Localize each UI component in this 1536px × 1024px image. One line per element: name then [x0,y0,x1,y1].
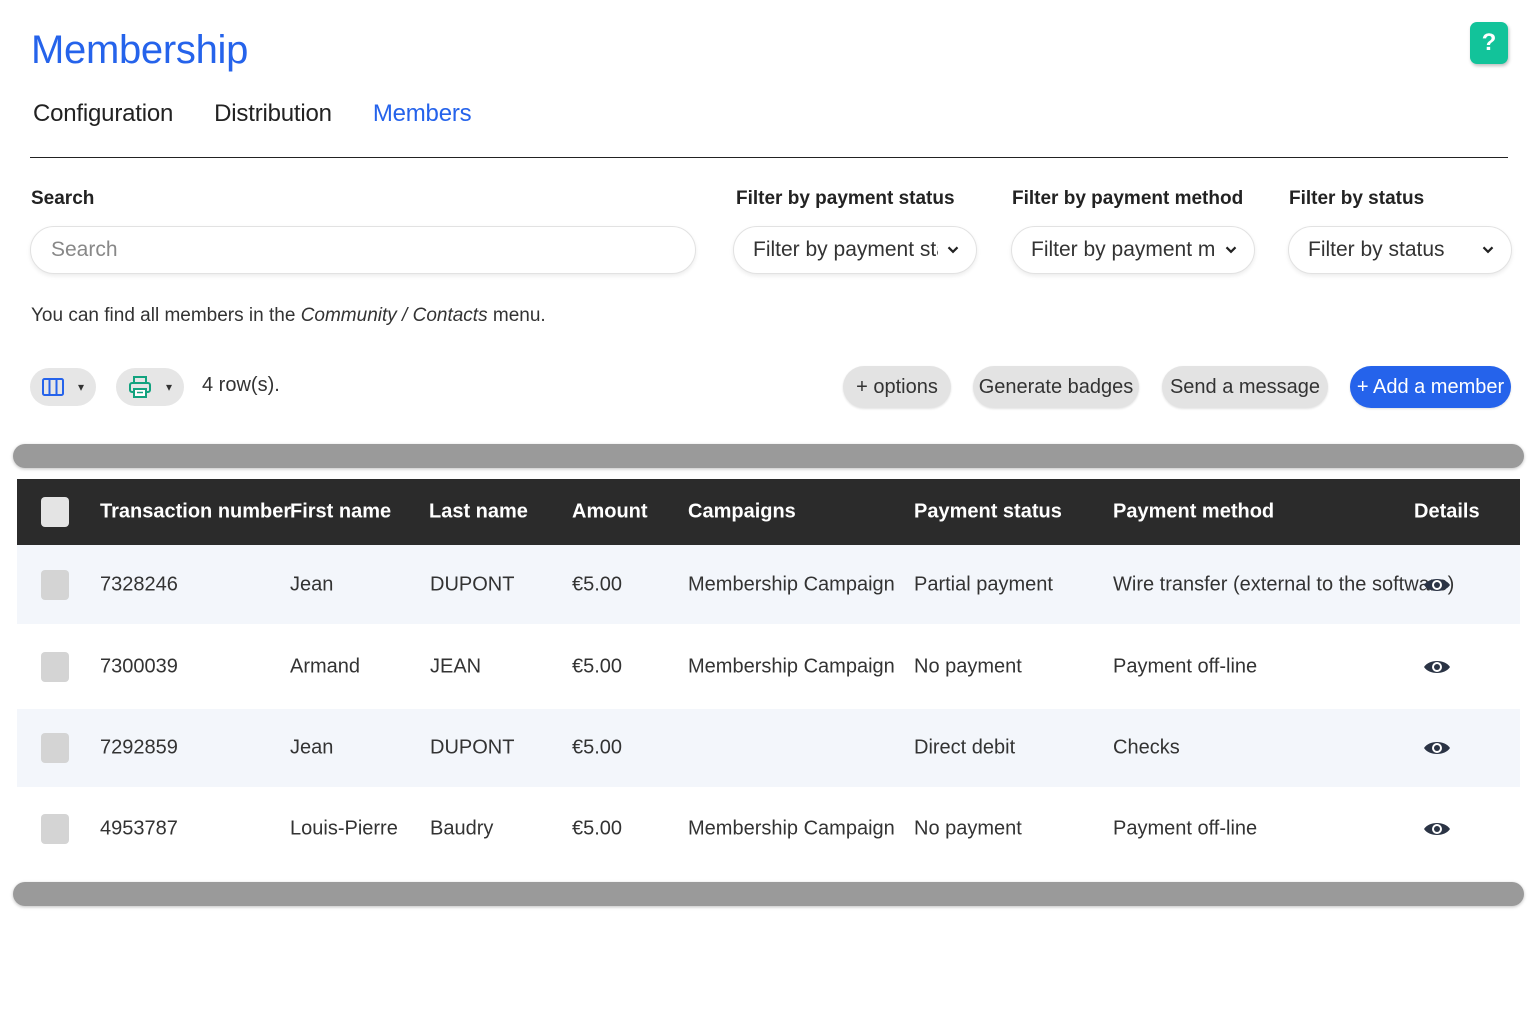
columns-icon [42,378,64,396]
transaction-number: 4953787 [100,817,178,840]
generate-badges-button[interactable]: Generate badges [973,366,1139,408]
header-first-name[interactable]: First name [290,501,391,524]
page-title: Membership [31,28,249,72]
row-checkbox[interactable] [41,569,69,600]
eye-icon[interactable] [1423,820,1451,838]
header-last-name[interactable]: Last name [429,501,528,524]
eye-icon[interactable] [1423,658,1451,676]
payment-method: Payment off-line [1113,655,1258,677]
help-icon: ? [1481,29,1497,56]
chevron-down-icon [947,246,959,254]
transaction-number: 7300039 [100,655,178,677]
amount: €5.00 [572,736,623,759]
payment-method: Payment off-line [1113,817,1258,840]
amount: €5.00 [572,817,623,840]
horizontal-scrollbar-top[interactable] [13,444,1524,468]
eye-icon[interactable] [1423,739,1451,757]
amount: €5.00 [572,573,623,595]
chevron-down-icon [1482,246,1494,254]
members-info-text: You can find all members in the Communit… [31,305,546,326]
header-campaigns[interactable]: Campaigns [688,501,796,524]
transaction-number: 7292859 [100,736,178,759]
table-row[interactable]: 7328246 Jean DUPONT €5.00 Membership Cam… [17,545,1520,624]
campaign: Membership Campaign [688,655,895,677]
status-select-value: Filter by status [1308,238,1445,261]
last-name: Baudry [430,817,494,840]
add-member-button[interactable]: + Add a member [1350,366,1511,408]
chevron-down-icon [1225,246,1237,254]
table-row[interactable]: 7292859 Jean DUPONT €5.00 Direct debit C… [17,709,1520,787]
tab-configuration[interactable]: Configuration [33,100,173,128]
row-count: 4 row(s). [202,374,280,396]
campaign: Membership Campaign [688,573,895,595]
row-checkbox[interactable] [41,733,69,763]
help-button[interactable]: ? [1470,22,1508,64]
last-name: JEAN [430,655,482,677]
table-row[interactable]: 7300039 Armand JEAN €5.00 Membership Cam… [17,624,1520,709]
members-table: Transaction number First name Last name … [17,479,1520,871]
first-name: Jean [290,736,334,759]
payment-status: No payment [914,655,1022,677]
print-button[interactable]: ▾ [116,368,185,406]
payment-method-select[interactable]: Filter by payment meth [1011,226,1255,274]
first-name: Armand [290,655,361,677]
tab-distribution[interactable]: Distribution [214,100,332,128]
header-payment-status[interactable]: Payment status [914,501,1062,524]
tab-divider [30,157,1508,158]
first-name: Louis-Pierre [290,817,398,840]
header-transaction-number[interactable]: Transaction number [100,501,291,524]
table-header: Transaction number First name Last name … [17,479,1520,545]
payment-method-filter-label: Filter by payment method [1012,188,1244,209]
payment-status: Direct debit [914,736,1016,759]
payment-method-select-value: Filter by payment meth [1031,238,1216,261]
caret-down-icon: ▾ [166,380,173,394]
campaign: Membership Campaign [688,817,895,840]
printer-icon [129,376,151,398]
tab-members[interactable]: Members [373,100,472,128]
payment-method: Checks [1113,736,1180,759]
caret-down-icon: ▾ [78,380,85,394]
payment-status-select-value: Filter by payment statu [753,238,938,261]
search-input[interactable] [30,226,696,274]
payment-method: Wire transfer (external to the software) [1113,573,1455,595]
amount: €5.00 [572,655,623,677]
header-details: Details [1414,500,1480,523]
columns-toggle-button[interactable]: ▾ [30,368,97,406]
tab-bar: Configuration Distribution Members [33,100,512,128]
last-name: DUPONT [430,736,515,759]
status-select[interactable]: Filter by status [1288,226,1512,274]
header-payment-method[interactable]: Payment method [1113,501,1274,524]
payment-status-select[interactable]: Filter by payment statu [733,226,977,274]
table-row[interactable]: 4953787 Louis-Pierre Baudry €5.00 Member… [17,787,1520,871]
eye-icon[interactable] [1423,576,1451,594]
menu-path: Community / Contacts [300,305,488,326]
options-button[interactable]: + options [843,366,951,408]
row-checkbox[interactable] [41,814,69,844]
transaction-number: 7328246 [100,573,178,595]
send-message-button[interactable]: Send a message [1162,366,1328,408]
horizontal-scrollbar-bottom[interactable] [13,882,1524,906]
last-name: DUPONT [430,573,515,595]
search-label: Search [31,188,95,209]
first-name: Jean [290,573,334,595]
payment-status-filter-label: Filter by payment status [736,188,955,209]
status-filter-label: Filter by status [1289,188,1425,209]
row-checkbox[interactable] [41,651,69,682]
payment-status: Partial payment [914,573,1053,595]
select-all-checkbox[interactable] [41,497,69,527]
header-amount[interactable]: Amount [572,501,648,524]
payment-status: No payment [914,817,1022,840]
